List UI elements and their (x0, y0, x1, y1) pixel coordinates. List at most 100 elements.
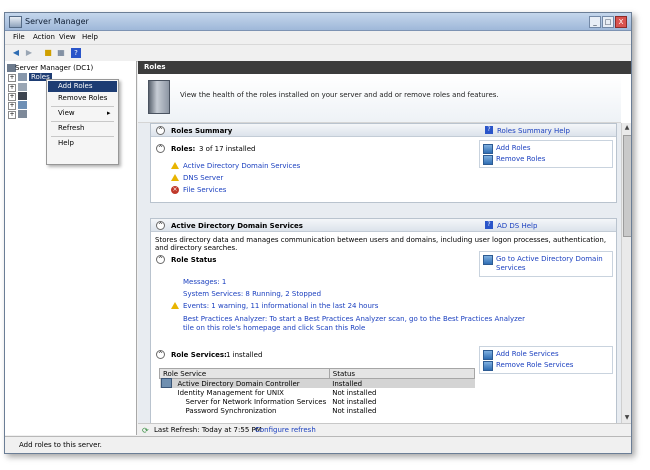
scroll-thumb[interactable] (623, 135, 631, 237)
bpa-link-line1[interactable]: Best Practices Analyzer: To start a Best… (183, 315, 525, 323)
role-services-actions-box: Add Role Services Remove Role Services (479, 346, 613, 374)
menu-view[interactable]: View (59, 33, 76, 41)
configuration-icon (18, 101, 27, 109)
storage-icon (18, 110, 27, 118)
menu-action[interactable]: Action (33, 33, 55, 41)
role-status-title: Role Status (171, 256, 217, 264)
collapse-toggle[interactable]: ^ (156, 144, 165, 153)
error-icon: × (171, 186, 179, 194)
role-services-count: 1 installed (226, 351, 263, 359)
menu-help[interactable]: Help (48, 138, 117, 149)
role-link-dns[interactable]: DNS Server (183, 174, 223, 182)
content-area: ^ Roles Summary ? Roles Summary Help ^ R… (138, 123, 621, 425)
add-role-services-icon (483, 350, 493, 360)
menu-bar: File Action View Help (5, 31, 631, 43)
column-header-role-service[interactable]: Role Service (159, 368, 330, 379)
menu-refresh[interactable]: Refresh (48, 123, 117, 134)
add-roles-icon (483, 144, 493, 154)
back-arrow-icon[interactable]: ◀ (11, 48, 21, 58)
roles-actions-box: Add Roles Remove Roles (479, 140, 613, 168)
collapse-toggle[interactable]: ^ (156, 126, 165, 135)
maximize-button[interactable]: □ (602, 16, 614, 28)
role-link-adds[interactable]: Active Directory Domain Services (183, 162, 300, 170)
goto-icon (483, 255, 493, 265)
goto-adds-link-line1[interactable]: Go to Active Directory Domain (496, 255, 603, 263)
warning-icon (171, 174, 179, 181)
configure-refresh-link[interactable]: Configure refresh (255, 426, 316, 434)
features-icon (18, 83, 27, 91)
table-row[interactable]: Password Synchronization Not installed (160, 406, 475, 415)
table-row[interactable]: Server for Network Information Services … (160, 397, 475, 406)
menu-file[interactable]: File (13, 33, 25, 41)
goto-adds-box: Go to Active Directory Domain Services (479, 251, 613, 277)
adds-title: Active Directory Domain Services (171, 222, 303, 230)
toolbar: ◀ ▶ ■ ▦ ? (5, 44, 631, 62)
status-bar: Add roles to this server. (5, 436, 631, 453)
adds-description: Stores directory data and manages commun… (155, 236, 607, 252)
bpa-link-line2[interactable]: tile on this role's homepage and click S… (183, 324, 365, 332)
scroll-up-arrow-icon[interactable]: ▲ (622, 123, 631, 133)
role-service-status: Not installed (332, 388, 377, 397)
roles-summary-help-link[interactable]: Roles Summary Help (497, 127, 570, 135)
menu-add-roles[interactable]: Add Roles (48, 81, 117, 92)
tree-expander[interactable]: + (8, 84, 16, 92)
table-row[interactable]: Identity Management for UNIX Not install… (160, 388, 475, 397)
forward-arrow-icon[interactable]: ▶ (24, 48, 34, 58)
role-service-status: Installed (329, 378, 475, 388)
tree-expander[interactable]: + (8, 102, 16, 110)
refresh-bar: ⟳ Last Refresh: Today at 7:55 PM Configu… (138, 423, 631, 436)
add-role-services-link[interactable]: Add Role Services (496, 350, 559, 358)
remove-roles-link[interactable]: Remove Roles (496, 155, 545, 163)
role-service-name: Password Synchronization (185, 406, 277, 415)
server-manager-icon (9, 16, 22, 28)
add-roles-link[interactable]: Add Roles (496, 144, 531, 152)
collapse-toggle[interactable]: ^ (156, 221, 165, 230)
menu-remove-roles[interactable]: Remove Roles (48, 93, 117, 104)
help-icon[interactable]: ? (71, 48, 81, 58)
role-service-name: Server for Network Information Services (185, 397, 327, 406)
remove-roles-icon (483, 155, 493, 165)
role-service-status: Not installed (332, 406, 377, 415)
up-folder-icon[interactable]: ■ (43, 48, 53, 58)
warning-icon (171, 302, 179, 309)
show-hide-tree-icon[interactable]: ▦ (56, 48, 66, 58)
adds-help-link[interactable]: AD DS Help (497, 222, 537, 230)
events-link[interactable]: Events: 1 warning, 11 informational in t… (183, 302, 378, 310)
intro-banner: View the health of the roles installed o… (138, 75, 621, 123)
domain-controller-icon (161, 378, 172, 388)
tree-expander[interactable]: + (8, 93, 16, 101)
menu-help[interactable]: Help (82, 33, 98, 41)
adds-header: ^ Active Directory Domain Services ? AD … (151, 219, 616, 232)
warning-icon (171, 162, 179, 169)
tree-expander[interactable]: + (8, 74, 16, 82)
refresh-icon: ⟳ (142, 426, 149, 435)
tree-expander[interactable]: + (8, 111, 16, 119)
scroll-down-arrow-icon[interactable]: ▼ (622, 413, 631, 423)
minimize-button[interactable]: _ (589, 16, 601, 28)
vertical-scrollbar[interactable]: ▲ ▼ (621, 123, 631, 423)
remove-role-services-link[interactable]: Remove Role Services (496, 361, 573, 369)
server-roles-image (148, 80, 170, 114)
role-link-file-services[interactable]: File Services (183, 186, 226, 194)
role-service-name: Active Directory Domain Controller (159, 378, 330, 388)
last-refresh-text: Last Refresh: Today at 7:55 PM (154, 426, 262, 434)
intro-text: View the health of the roles installed o… (180, 91, 499, 99)
role-service-status: Not installed (332, 397, 377, 406)
help-icon: ? (485, 126, 493, 134)
adds-section: ^ Active Directory Domain Services ? AD … (150, 218, 617, 425)
table-row[interactable]: Active Directory Domain Controller Insta… (159, 378, 475, 388)
collapse-toggle[interactable]: ^ (156, 350, 165, 359)
goto-adds-link-line2[interactable]: Services (496, 264, 526, 272)
window-title: Server Manager (25, 17, 89, 26)
menu-separator (51, 106, 114, 107)
context-menu: Add Roles Remove Roles View ▸ Refresh He… (46, 79, 119, 165)
status-text: Add roles to this server. (19, 441, 102, 449)
close-button[interactable]: X (615, 16, 627, 28)
page-title: Roles (138, 61, 631, 74)
messages-link[interactable]: Messages: 1 (183, 278, 226, 286)
system-services-link[interactable]: System Services: 8 Running, 2 Stopped (183, 290, 321, 298)
tree-root-server[interactable]: Server Manager (DC1) (15, 64, 93, 72)
collapse-toggle[interactable]: ^ (156, 255, 165, 264)
roles-summary-title: Roles Summary (171, 127, 233, 135)
column-header-status[interactable]: Status (328, 368, 476, 379)
